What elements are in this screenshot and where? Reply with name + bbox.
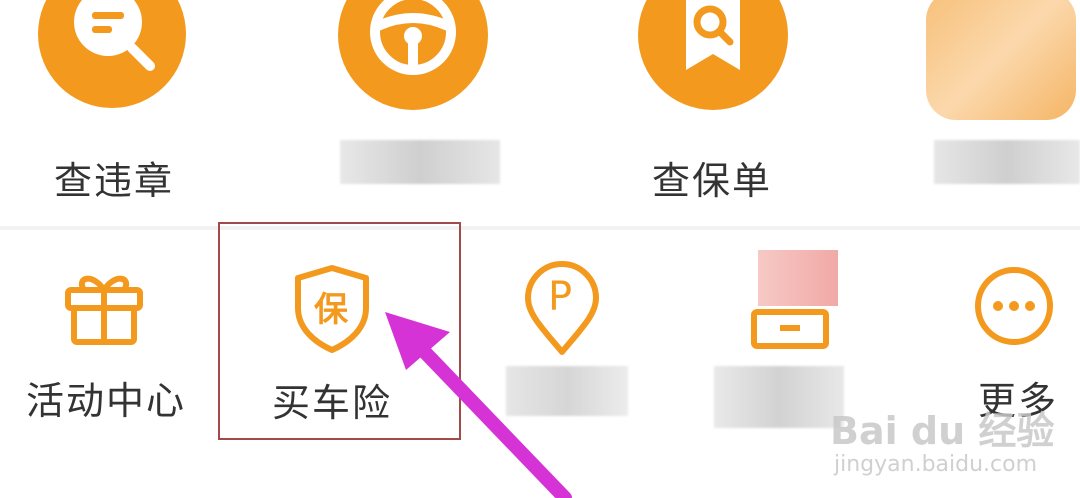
watermark: Bai du 经验 jingyan.baidu.com — [830, 400, 1070, 490]
watermark-brand: Bai du 经验 — [830, 409, 1055, 453]
watermark-url: jingyan.baidu.com — [834, 452, 1038, 477]
